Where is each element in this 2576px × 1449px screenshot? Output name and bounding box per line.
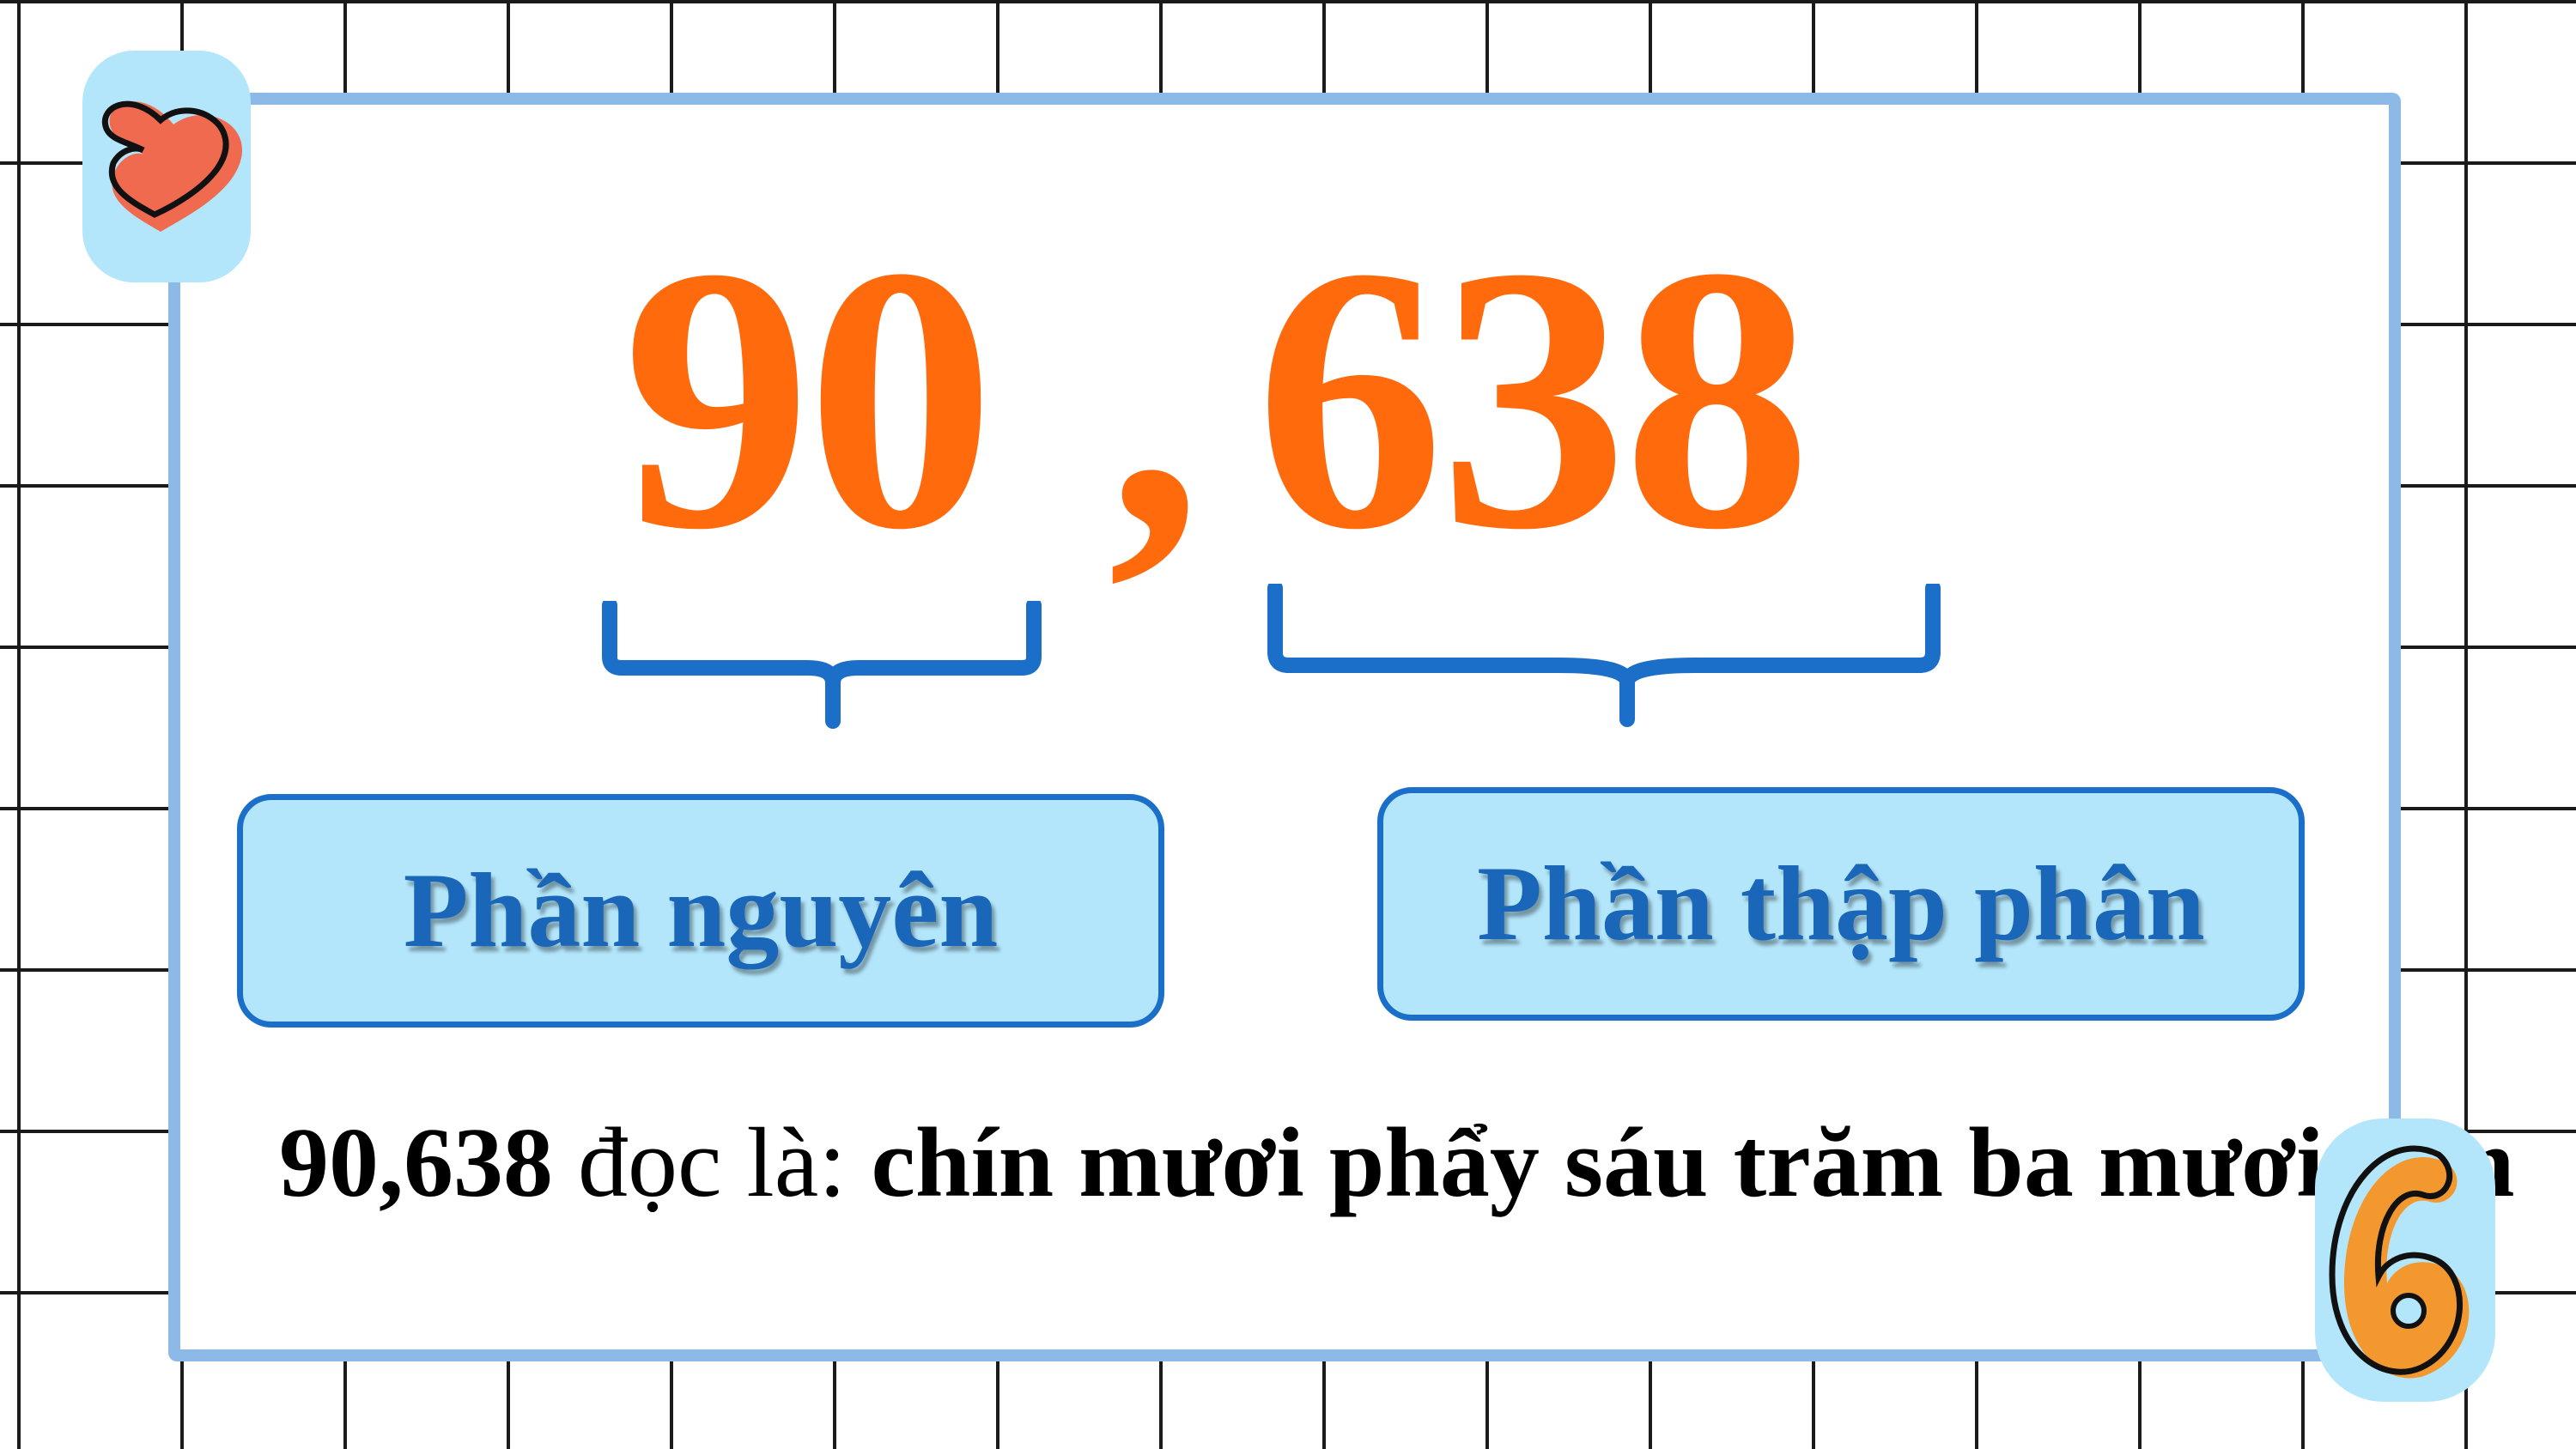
integer-part-digits: 90	[623, 190, 995, 608]
number-six-sticker	[2301, 1112, 2512, 1421]
reading-number: 90,638	[279, 1108, 553, 1218]
number-reading-sentence: 90,638 đọc là: chín mươi phẩy sáu trăm b…	[279, 1094, 2515, 1232]
reading-words: chín mươi phẩy sáu trăm ba mươi tám	[871, 1108, 2515, 1218]
decimal-part-digits: 638	[1255, 190, 1812, 608]
integer-part-label-text: Phần nguyên	[403, 852, 999, 969]
integer-part-label: Phần nguyên	[237, 794, 1164, 1028]
decimal-comma: ,	[1108, 190, 1202, 608]
decimal-part-brace	[1267, 580, 1945, 730]
decimal-part-label: Phần thập phân	[1377, 787, 2305, 1021]
reading-connector: đọc là:	[553, 1108, 872, 1218]
integer-part-brace	[601, 597, 1048, 730]
decimal-part-label-text: Phần thập phân	[1477, 845, 2205, 962]
heart-icon	[79, 47, 259, 288]
